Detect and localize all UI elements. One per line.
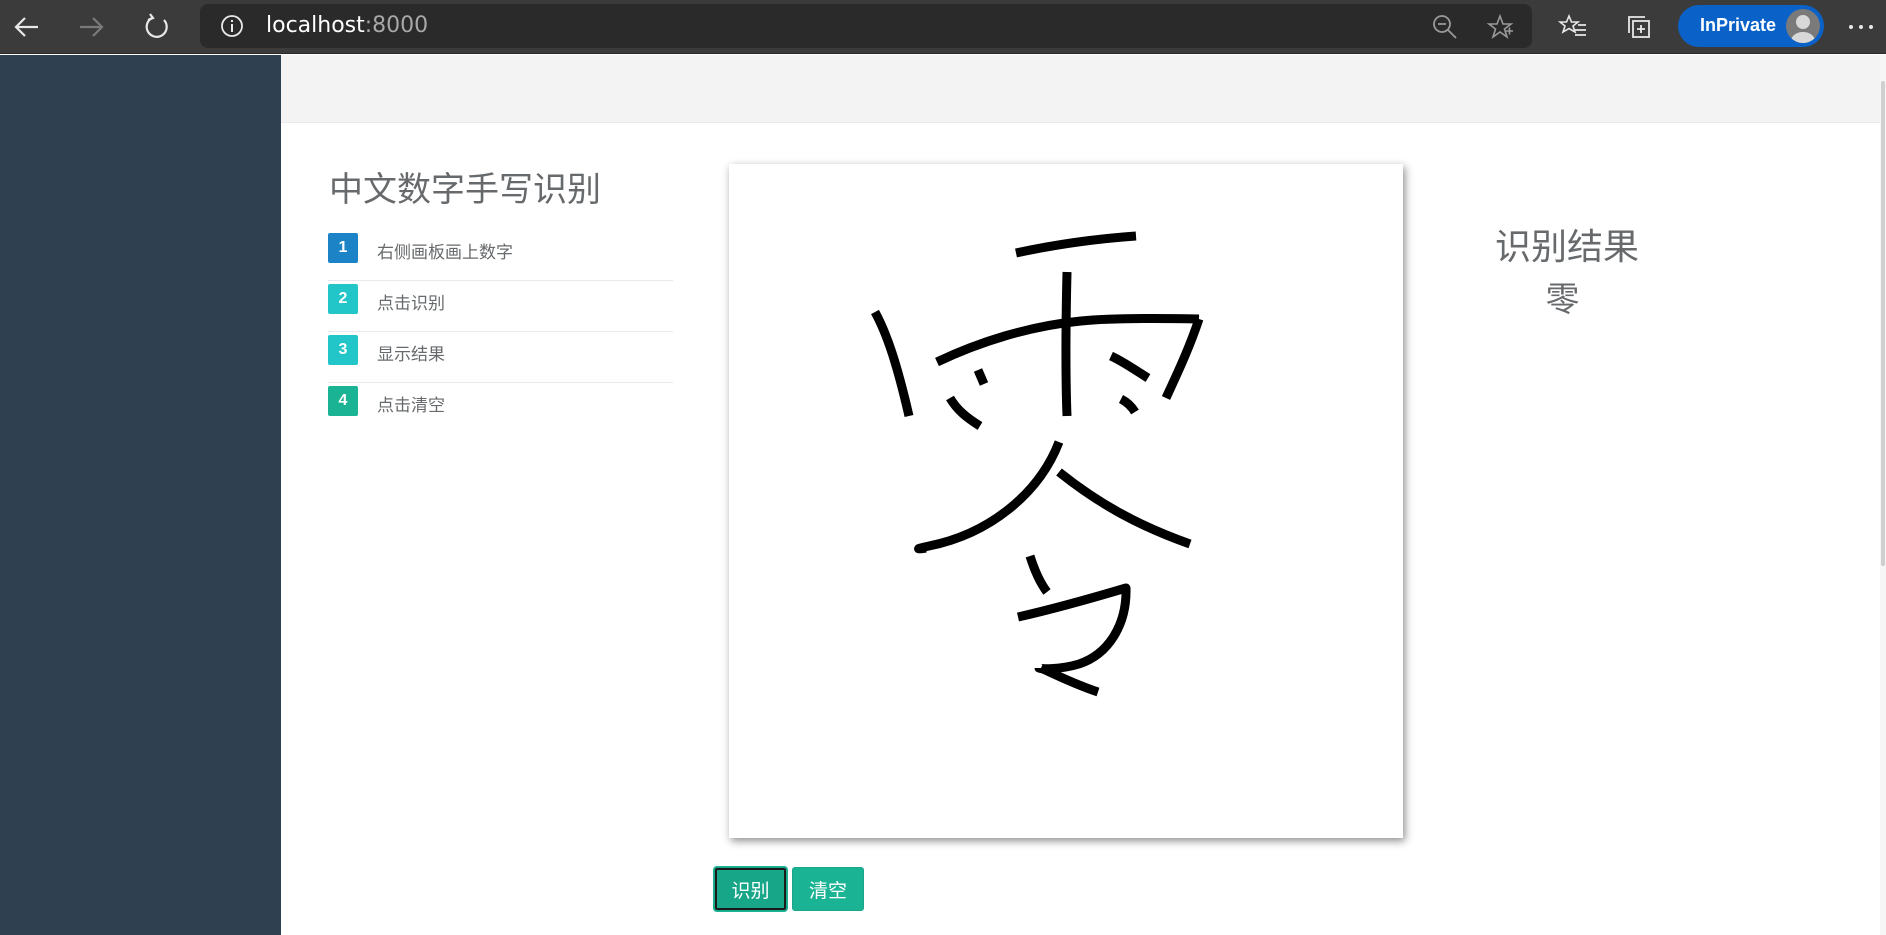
clear-button[interactable]: 清空	[792, 867, 864, 911]
drawing-canvas[interactable]	[729, 164, 1403, 838]
step-label: 点击清空	[377, 396, 445, 416]
step-badge: 4	[328, 386, 358, 416]
inprivate-label: InPrivate	[1700, 15, 1777, 35]
browser-toolbar: localhost:8000 InPrivate	[0, 0, 1886, 54]
result-title: 识别结果	[1495, 227, 1640, 268]
step-badge: 1	[328, 233, 358, 263]
address-bar[interactable]: localhost:8000	[200, 4, 1532, 48]
page-scrollbar[interactable]	[1880, 55, 1886, 935]
step-label: 显示结果	[377, 345, 445, 365]
url-text[interactable]: localhost:8000	[266, 13, 428, 38]
forward-arrow-icon[interactable]	[72, 8, 110, 46]
zoom-out-icon[interactable]	[1432, 14, 1458, 44]
favorite-star-icon[interactable]	[1486, 13, 1514, 45]
collections-icon[interactable]	[1620, 8, 1658, 46]
list-item: 1 右侧画板画上数字	[328, 230, 673, 281]
top-navbar	[281, 55, 1880, 123]
back-arrow-icon[interactable]	[8, 8, 46, 46]
sidebar	[0, 55, 281, 935]
list-item: 3 显示结果	[328, 332, 673, 383]
profile-avatar-icon	[1786, 9, 1820, 43]
recognize-button[interactable]: 识别	[714, 867, 787, 911]
step-label: 右侧画板画上数字	[377, 243, 513, 263]
inprivate-button[interactable]: InPrivate	[1678, 5, 1824, 47]
handwritten-strokes	[871, 231, 1204, 697]
step-label: 点击识别	[377, 294, 445, 314]
refresh-icon[interactable]	[138, 8, 176, 46]
result-value: 零	[1545, 280, 1580, 320]
url-host: localhost	[266, 13, 365, 38]
site-info-icon[interactable]	[220, 14, 244, 42]
scrollbar-thumb[interactable]	[1881, 81, 1885, 566]
more-options-icon[interactable]	[1842, 8, 1880, 46]
page-title: 中文数字手写识别	[329, 170, 601, 210]
list-item: 4 点击清空	[328, 383, 673, 434]
steps-list: 1 右侧画板画上数字 2 点击识别 3 显示结果 4 点击清空	[328, 230, 673, 434]
url-port: :8000	[364, 13, 429, 38]
list-item: 2 点击识别	[328, 281, 673, 332]
step-badge: 3	[328, 335, 358, 365]
favorites-icon[interactable]	[1554, 8, 1592, 46]
step-badge: 2	[328, 284, 358, 314]
